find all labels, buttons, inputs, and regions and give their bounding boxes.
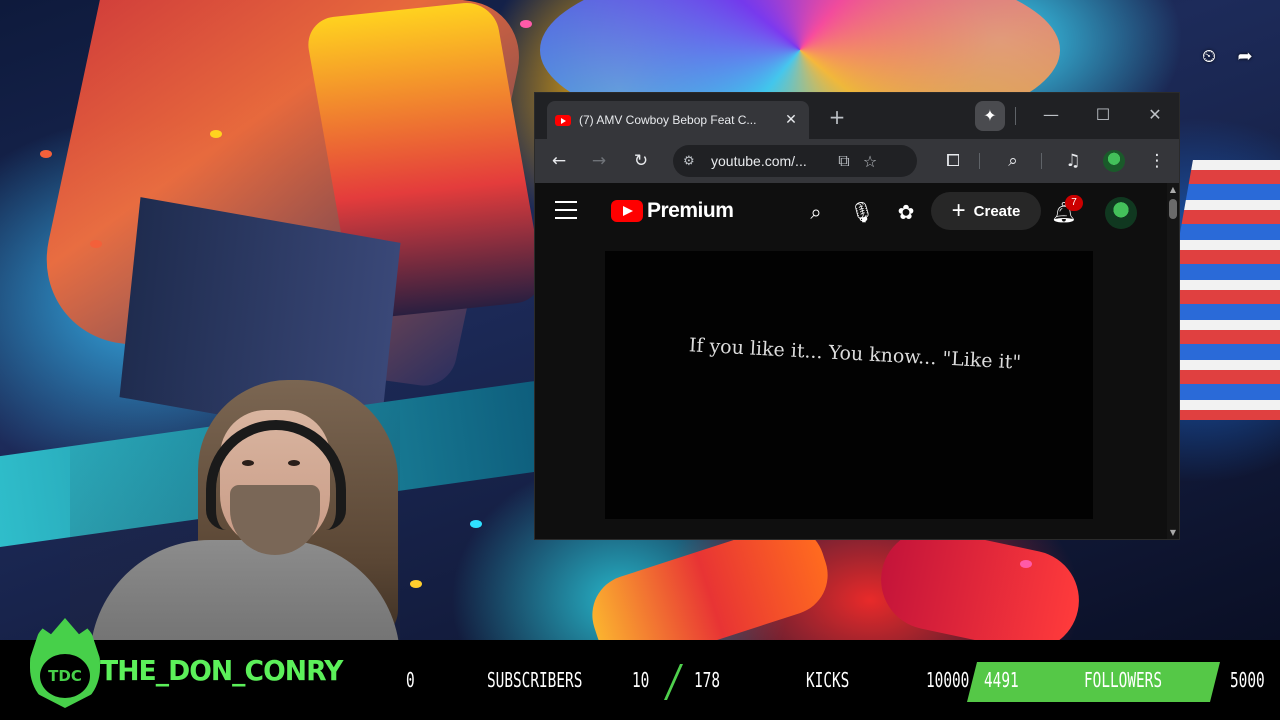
gemini-sparkle-icon[interactable]: ✦ — [975, 101, 1005, 131]
toolbar-divider — [1041, 153, 1042, 169]
back-arrow-icon[interactable]: ← — [547, 149, 571, 173]
wallpaper-dot — [40, 150, 52, 158]
youtube-favicon-icon — [555, 114, 571, 126]
reload-icon[interactable]: ↻ — [629, 149, 653, 173]
scroll-thumb[interactable] — [1169, 199, 1177, 219]
plus-icon: + — [951, 197, 966, 224]
followers-min: 10000 — [926, 668, 970, 692]
wallpaper-dot — [1020, 560, 1032, 568]
webcam-feed — [70, 380, 400, 640]
site-settings-icon[interactable]: ⚙ — [683, 154, 703, 169]
toolbar-divider — [979, 153, 980, 169]
wallpaper-dot — [470, 520, 482, 528]
page-scrollbar[interactable]: ▲ ▼ — [1167, 183, 1179, 539]
wallpaper-dot — [520, 20, 532, 28]
create-label: Create — [973, 202, 1021, 220]
account-avatar[interactable] — [1105, 197, 1137, 229]
search-icon[interactable]: ⌕ — [803, 199, 829, 225]
create-button[interactable]: + Create — [931, 192, 1041, 230]
microphone-icon[interactable]: 🎙︎ — [849, 199, 875, 225]
youtube-premium-logo[interactable]: Premium — [611, 199, 734, 223]
tabbar-separator — [1015, 107, 1016, 125]
address-bar[interactable]: ⚙ youtube.com/... ⧉ ☆ — [673, 145, 917, 177]
tab-strip: (7) AMV Cowboy Bebop Feat C... ✕ + ✦ — ☐… — [535, 93, 1179, 139]
share-icon[interactable]: ➦ — [1234, 46, 1256, 68]
followers-max: 5000 — [1230, 668, 1265, 692]
forward-arrow-icon[interactable]: → — [587, 149, 611, 173]
kicks-goal: 178 — [694, 668, 721, 692]
wallpaper-dot — [210, 130, 222, 138]
subscribers-label: SUBSCRIBERS — [487, 668, 583, 692]
effects-icon[interactable]: ✿ — [893, 199, 919, 225]
channel-logo: TDC — [30, 618, 100, 708]
browser-toolbar: ← → ↻ ⚙ youtube.com/... ⧉ ☆ ⧠ ⌕ ♫ ⋮ — [535, 139, 1179, 183]
kicks-current: 10 — [632, 668, 650, 692]
logo-text: TDC — [40, 654, 90, 698]
more-menu-icon[interactable]: ⋮ — [1145, 149, 1169, 173]
tab-close-icon[interactable]: ✕ — [781, 112, 801, 128]
notification-badge: 7 — [1065, 195, 1083, 211]
extensions-puzzle-icon[interactable]: ⧠ — [941, 149, 965, 173]
youtube-page: Premium ⌕ 🎙︎ ✿ + Create 🔔︎ 7 If you like… — [535, 183, 1179, 539]
bookmark-star-icon[interactable]: ☆ — [857, 152, 883, 171]
channel-name: THE_DON_CONRY — [100, 654, 343, 687]
tab-title: (7) AMV Cowboy Bebop Feat C... — [579, 113, 757, 127]
browser-window: (7) AMV Cowboy Bebop Feat C... ✕ + ✦ — ☐… — [534, 92, 1180, 540]
kicks-label: KICKS — [806, 668, 850, 692]
close-window-button[interactable]: ✕ — [1143, 103, 1167, 127]
youtube-play-icon — [611, 200, 643, 222]
wallpaper-dot — [410, 580, 422, 588]
profile-avatar-icon[interactable] — [1103, 150, 1125, 172]
cast-icon[interactable]: ⧉ — [831, 151, 857, 171]
scroll-up-arrow-icon[interactable]: ▲ — [1169, 185, 1177, 194]
logo-text: Premium — [647, 199, 734, 222]
maximize-button[interactable]: ☐ — [1091, 103, 1115, 127]
wallpaper-dot — [90, 240, 102, 248]
followers-label: FOLLOWERS — [1084, 668, 1163, 692]
menu-hamburger-icon[interactable] — [555, 201, 577, 219]
followers-current: 4491 — [984, 668, 1019, 692]
youtube-header: Premium ⌕ 🎙︎ ✿ + Create 🔔︎ 7 — [535, 183, 1179, 241]
subscriber-count: 0 — [406, 668, 415, 692]
scroll-down-arrow-icon[interactable]: ▼ — [1169, 528, 1177, 537]
clock-icon[interactable]: ⏲ — [1198, 46, 1220, 68]
minimize-button[interactable]: — — [1039, 103, 1063, 127]
side-panel-search-icon[interactable]: ⌕ — [1001, 149, 1025, 173]
video-player[interactable]: If you like it... You know... "Like it" — [605, 251, 1093, 519]
media-controls-icon[interactable]: ♫ — [1061, 149, 1085, 173]
address-url[interactable]: youtube.com/... — [711, 153, 831, 169]
new-tab-button[interactable]: + — [825, 105, 849, 129]
browser-tab[interactable]: (7) AMV Cowboy Bebop Feat C... ✕ — [547, 101, 809, 139]
video-caption-text: If you like it... You know... "Like it" — [688, 334, 1022, 374]
